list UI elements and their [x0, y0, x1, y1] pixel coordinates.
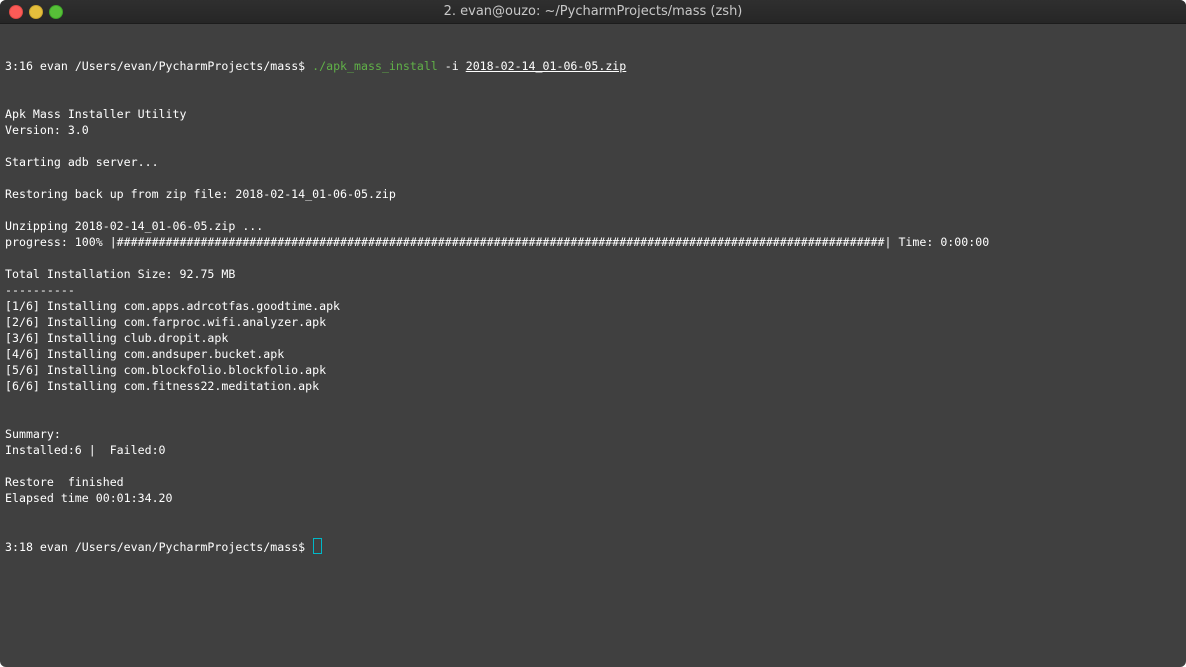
- terminal-window: 2. evan@ouzo: ~/PycharmProjects/mass (zs…: [0, 0, 1186, 667]
- text-cursor[interactable]: [313, 538, 323, 554]
- window-title: 2. evan@ouzo: ~/PycharmProjects/mass (zs…: [443, 4, 743, 19]
- output-line: Summary:: [5, 427, 61, 441]
- output-line: [6/6] Installing com.fitness22.meditatio…: [5, 379, 320, 393]
- prompt-line-2: 3:18 evan /Users/evan/PycharmProjects/ma…: [5, 538, 1186, 554]
- output-line: Starting adb server...: [5, 155, 159, 169]
- output-line: [4/6] Installing com.andsuper.bucket.apk: [5, 347, 285, 361]
- prompt-time: 3:16: [5, 59, 33, 73]
- command-argument: 2018-02-14_01-06-05.zip: [465, 59, 627, 73]
- terminal-output[interactable]: 3:16 evan /Users/evan/PycharmProjects/ma…: [5, 26, 1186, 667]
- output-line: ----------: [5, 283, 75, 297]
- output-line: Installed:6 | Failed:0: [5, 443, 166, 457]
- output-line: progress: 100% |########################…: [5, 235, 990, 249]
- prompt-time: 3:18: [5, 540, 33, 554]
- output-line: Restore finished: [5, 475, 124, 489]
- prompt-line-1: 3:16 evan /Users/evan/PycharmProjects/ma…: [5, 58, 1186, 74]
- prompt-cwd: /Users/evan/PycharmProjects/mass$: [74, 59, 306, 73]
- prompt-user: evan: [39, 540, 68, 554]
- title-bar[interactable]: 2. evan@ouzo: ~/PycharmProjects/mass (zs…: [0, 0, 1186, 24]
- output-line: Apk Mass Installer Utility: [5, 107, 187, 121]
- prompt-user: evan: [39, 59, 68, 73]
- output-line: [5/6] Installing com.blockfolio.blockfol…: [5, 363, 327, 377]
- output-line: Elapsed time 00:01:34.20: [5, 491, 173, 505]
- output-line: Total Installation Size: 92.75 MB: [5, 267, 236, 281]
- output-line: Restoring back up from zip file: 2018-02…: [5, 187, 396, 201]
- prompt-cwd: /Users/evan/PycharmProjects/mass$: [74, 540, 306, 554]
- output-line: [3/6] Installing club.dropit.apk: [5, 331, 229, 345]
- output-line: [2/6] Installing com.farproc.wifi.analyz…: [5, 315, 327, 329]
- output-line: Version: 3.0: [5, 123, 89, 137]
- command-flag: -i: [444, 59, 459, 73]
- command-name: ./apk_mass_install: [312, 59, 438, 73]
- output-lines: Apk Mass Installer Utility Version: 3.0 St…: [5, 106, 1186, 506]
- output-line: Unzipping 2018-02-14_01-06-05.zip ...: [5, 219, 264, 233]
- output-line: [1/6] Installing com.apps.adrcotfas.good…: [5, 299, 341, 313]
